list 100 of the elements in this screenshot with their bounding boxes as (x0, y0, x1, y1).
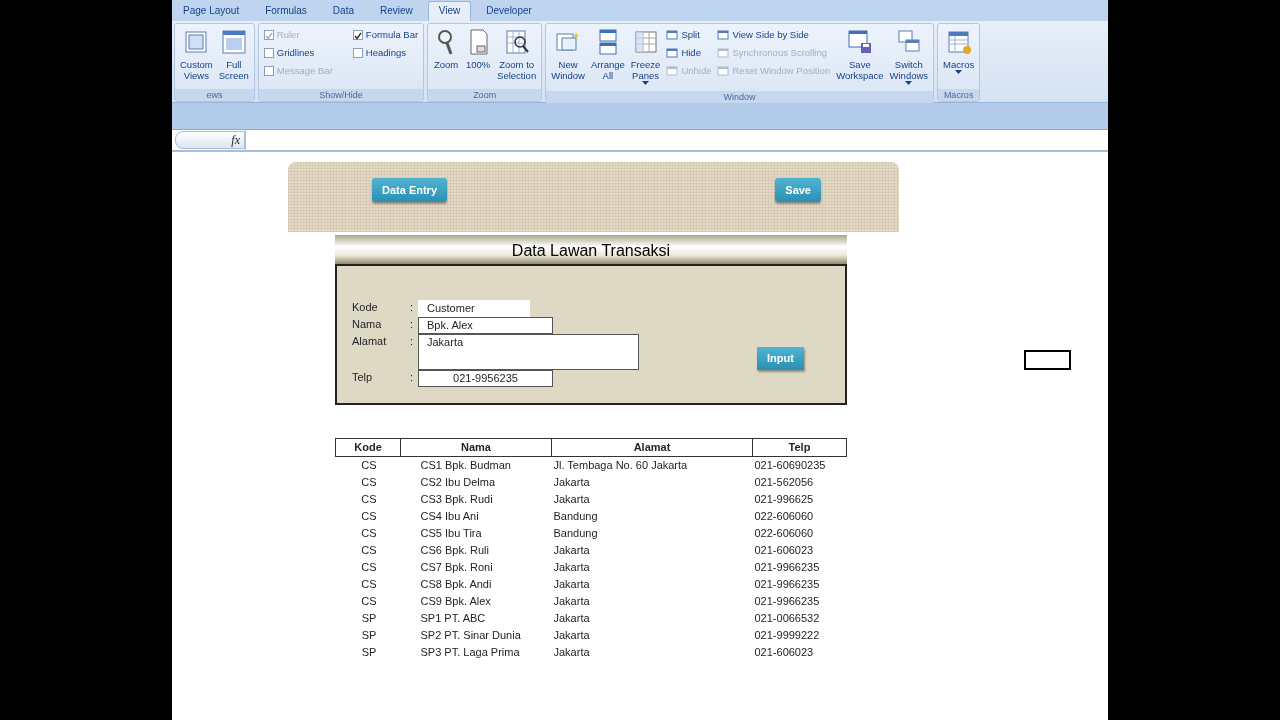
table-cell: CS (335, 456, 401, 474)
input-field[interactable]: Bpk. Alex (418, 317, 553, 334)
table-cell-text: Jakarta (552, 475, 591, 490)
grid-magnifier-icon (503, 28, 530, 56)
table-cell-text: CS8 Bpk. Andi (419, 577, 493, 592)
table-cell-text: Jakarta (552, 492, 591, 507)
input-field[interactable]: Jakarta (418, 334, 639, 370)
side-by-side-icon (717, 29, 730, 41)
unhide-icon (666, 65, 679, 77)
table-cell-text: Jakarta (552, 543, 591, 558)
ribbon-tab[interactable]: Page Layout (172, 1, 251, 21)
ribbon-button[interactable]: Zoom to Selection (496, 26, 538, 89)
ribbon-tab[interactable]: View (427, 1, 472, 21)
table-cell-text: Jakarta (552, 594, 591, 609)
ribbon-button[interactable]: 100% (464, 26, 493, 89)
macro-icon (945, 28, 972, 56)
colon: : (410, 370, 415, 385)
ribbon-button[interactable]: View Side by Side (716, 26, 832, 44)
ribbon-button[interactable]: Arrange All (590, 26, 626, 91)
group-label: Window (546, 91, 934, 103)
table-cell: Jl. Tembaga No. 60 Jakarta (551, 456, 753, 474)
ribbon-button[interactable]: Split (665, 26, 713, 44)
checkmark-icon (353, 31, 362, 40)
table-cell-text: 022-606060 (753, 526, 815, 541)
table-cell-text: 021-562056 (753, 475, 815, 490)
checkbox[interactable]: Gridlines (262, 44, 334, 62)
group-label: Zoom (428, 89, 542, 101)
table-cell-text: CS (360, 509, 378, 524)
table-cell-text: 021-9999222 (753, 628, 821, 643)
table-cell-text: CS6 Bpk. Ruli (419, 543, 490, 558)
cell-cursor (1024, 350, 1071, 370)
table-cell-text: SP (360, 628, 378, 643)
checkbox[interactable]: Formula Bar (351, 26, 420, 44)
table-cell-text: SP (360, 645, 378, 660)
save-window-icon (846, 28, 873, 56)
table-cell-text: Jakarta (552, 611, 591, 626)
hide-icon (666, 47, 679, 59)
table-cell-text: SP3 PT. Laga Prima (419, 645, 521, 660)
split-icon (666, 29, 679, 41)
table-cell-text: 021-9966235 (753, 560, 821, 575)
freeze-icon (632, 28, 659, 56)
ribbon-tab[interactable]: Review (369, 1, 424, 21)
ribbon-tab[interactable]: Formulas (254, 1, 318, 21)
ribbon-button[interactable]: Zoom (432, 26, 461, 89)
table-cell-text: Jakarta (552, 645, 591, 660)
table-cell: 021-60690235 (752, 456, 847, 474)
input-field[interactable]: 021-9956235 (418, 370, 553, 387)
field-label: Kode (352, 300, 379, 315)
table-cell-text: CS (360, 594, 378, 609)
table-cell-text: 021-0066532 (753, 611, 821, 626)
input-field[interactable]: Customer (418, 300, 530, 317)
sync-scroll-icon (717, 47, 730, 59)
reset-window-icon (717, 65, 730, 77)
table-cell-text: CS (360, 543, 378, 558)
table-cell-text: CS7 Bpk. Roni (419, 560, 494, 575)
ribbon-tab[interactable]: Developer (475, 1, 543, 21)
table-cell-text: SP1 PT. ABC (419, 611, 487, 626)
field-label: Telp (352, 370, 374, 385)
checkbox[interactable]: Headings (351, 44, 420, 62)
ribbon-button[interactable]: Macros (942, 26, 976, 89)
table-cell: CS1 Bpk. Budman (400, 456, 552, 474)
colon: : (410, 317, 415, 332)
table-cell-text: Jakarta (552, 577, 591, 592)
form-title: Data Lawan Transaksi (335, 235, 847, 266)
ribbon-button[interactable]: Custom Views (179, 26, 214, 89)
table-cell-text: 021-996625 (753, 492, 815, 507)
table-cell-text: Jakarta (552, 628, 591, 643)
checkmark-icon (264, 31, 273, 40)
table-cell-text: 021-606023 (753, 645, 815, 660)
table-cell-text: CS (360, 475, 378, 490)
group-label: Macros (938, 89, 980, 101)
ribbon-button[interactable]: Save Workspace (835, 26, 885, 91)
group-label: ews (175, 89, 254, 101)
column-header: Nama (400, 438, 552, 457)
colon: : (410, 300, 415, 315)
table-cell-text: CS2 Ibu Delma (419, 475, 497, 490)
name-box[interactable]: fx (175, 131, 245, 149)
ribbon-button[interactable]: Hide (665, 44, 713, 62)
column-header: Kode (335, 438, 401, 457)
ribbon-tab[interactable]: Data (321, 1, 365, 21)
table-cell-text: CS3 Bpk. Rudi (419, 492, 494, 507)
table-cell-text: Bandung (552, 526, 599, 541)
table-cell-text: CS (360, 560, 378, 575)
group-label: Show/Hide (258, 89, 424, 101)
table-cell-text: CS9 Bpk. Alex (419, 594, 492, 609)
column-header: Telp (752, 438, 847, 457)
table-cell-text: 022-606060 (753, 509, 815, 524)
ribbon-button[interactable]: New Window (550, 26, 586, 91)
table-cell-text: CS4 Ibu Ani (419, 509, 480, 524)
table-cell-text: CS (360, 492, 378, 507)
table-cell-text: CS (360, 577, 378, 592)
ribbon-button[interactable]: Switch Windows (888, 26, 930, 91)
ribbon-button[interactable]: Freeze Panes (629, 26, 662, 91)
table-cell-text: CS (360, 526, 378, 541)
window-icon (183, 28, 210, 56)
table-cell-text: SP2 PT. Sinar Dunia (419, 628, 522, 643)
ribbon-button[interactable]: Full Screen (217, 26, 250, 89)
field-label: Nama (352, 317, 383, 332)
table-cell-text: Jakarta (552, 560, 591, 575)
column-header: Alamat (551, 438, 753, 457)
